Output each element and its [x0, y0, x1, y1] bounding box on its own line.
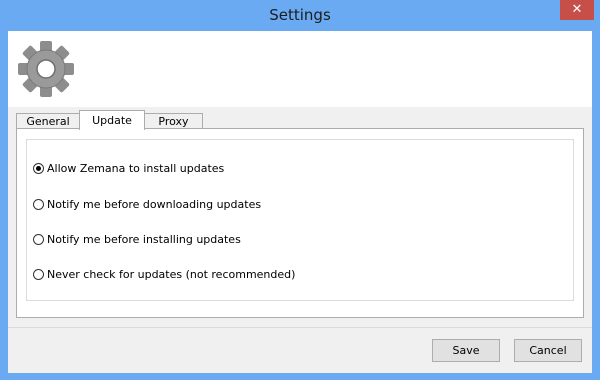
- close-button[interactable]: ✕: [560, 0, 594, 20]
- tab-general[interactable]: General: [16, 113, 80, 129]
- client-area: General Update Proxy Allow Zemana to ins…: [8, 31, 592, 373]
- tab-proxy[interactable]: Proxy: [144, 113, 203, 129]
- radio-button[interactable]: [33, 162, 44, 174]
- close-icon: ✕: [571, 2, 583, 17]
- option-never-check[interactable]: Never check for updates (not recommended…: [33, 268, 295, 282]
- gear-icon: [18, 41, 74, 97]
- radio-button[interactable]: [33, 198, 44, 210]
- cancel-button[interactable]: Cancel: [514, 339, 582, 362]
- title-bar[interactable]: Settings ✕: [0, 0, 600, 32]
- radio-button[interactable]: [33, 268, 44, 280]
- update-options-group: Allow Zemana to install updates Notify m…: [26, 139, 574, 301]
- option-label: Notify me before downloading updates: [47, 198, 262, 211]
- dialog-footer: Save Cancel: [8, 327, 592, 373]
- save-button[interactable]: Save: [432, 339, 500, 362]
- radio-button[interactable]: [33, 233, 44, 245]
- tab-update[interactable]: Update: [79, 110, 145, 130]
- header-band: [8, 31, 592, 107]
- settings-window: Settings ✕ General Update Proxy Allow Ze…: [0, 0, 600, 380]
- option-label: Never check for updates (not recommended…: [47, 268, 296, 281]
- option-notify-download[interactable]: Notify me before downloading updates: [33, 198, 261, 212]
- option-notify-install[interactable]: Notify me before installing updates: [33, 233, 241, 247]
- window-title: Settings: [269, 6, 331, 24]
- option-label: Notify me before installing updates: [47, 233, 241, 246]
- option-label: Allow Zemana to install updates: [47, 162, 225, 175]
- option-allow-install[interactable]: Allow Zemana to install updates: [33, 162, 224, 176]
- update-tab-panel: Allow Zemana to install updates Notify m…: [16, 128, 584, 318]
